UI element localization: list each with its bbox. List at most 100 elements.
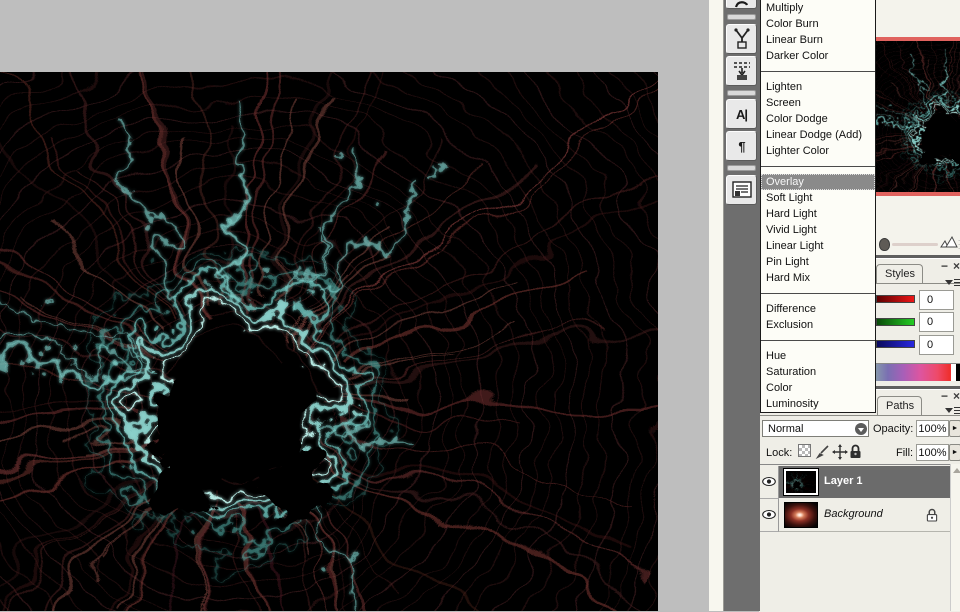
tab-styles[interactable]: Styles bbox=[876, 264, 923, 284]
toolbar-separator bbox=[727, 90, 756, 96]
menu-separator bbox=[761, 159, 875, 174]
navigator-zoom-slider-thumb[interactable] bbox=[879, 238, 890, 251]
type-tool-icon: A| bbox=[736, 107, 747, 122]
menu-item-darker-color[interactable]: Darker Color bbox=[761, 48, 875, 64]
menu-item-luminosity[interactable]: Luminosity bbox=[761, 396, 875, 412]
paragraph-icon: ¶ bbox=[738, 139, 744, 154]
blend-mode-select[interactable]: Normal bbox=[762, 420, 869, 437]
flyout-menu-icon bbox=[954, 407, 960, 414]
green-value-field[interactable]: 0 bbox=[919, 312, 954, 332]
layer-row-layer-1[interactable]: Layer 1 bbox=[759, 466, 960, 498]
visibility-toggle[interactable] bbox=[759, 499, 779, 532]
fill-spinner-button[interactable]: ► bbox=[949, 444, 960, 461]
menu-item-overlay[interactable]: Overlay bbox=[761, 174, 875, 190]
blue-value-field[interactable]: 0 bbox=[919, 335, 954, 355]
layer-thumbnail[interactable] bbox=[784, 469, 818, 495]
navigator-view-box[interactable] bbox=[872, 37, 960, 196]
menu-item-screen[interactable]: Screen bbox=[761, 95, 875, 111]
canvas-surround bbox=[0, 0, 709, 611]
panel-flyout-button[interactable] bbox=[945, 276, 960, 289]
document-canvas[interactable] bbox=[0, 72, 658, 611]
navigator-zoom-slider-track[interactable] bbox=[892, 243, 938, 246]
menu-item-color-dodge[interactable]: Color Dodge bbox=[761, 111, 875, 127]
layer-name: Layer 1 bbox=[824, 475, 863, 487]
visibility-toggle[interactable] bbox=[759, 466, 779, 499]
menu-item-color-burn[interactable]: Color Burn bbox=[761, 16, 875, 32]
tab-paths[interactable]: Paths bbox=[877, 396, 922, 416]
notes-icon bbox=[732, 181, 752, 199]
menu-item-hard-mix[interactable]: Hard Mix bbox=[761, 270, 875, 286]
blend-mode-value: Normal bbox=[768, 423, 803, 435]
close-icon[interactable]: × bbox=[953, 391, 960, 401]
pen-curve-icon bbox=[733, 0, 751, 8]
opacity-spinner-button[interactable]: ► bbox=[949, 420, 960, 437]
minimize-icon[interactable]: − bbox=[941, 261, 948, 271]
menu-item-linear-burn[interactable]: Linear Burn bbox=[761, 32, 875, 48]
fork-stamp-icon bbox=[732, 28, 752, 50]
menu-item-vivid-light[interactable]: Vivid Light bbox=[761, 222, 875, 238]
menu-item-linear-dodge-add[interactable]: Linear Dodge (Add) bbox=[761, 127, 875, 143]
menu-item-saturation[interactable]: Saturation bbox=[761, 364, 875, 380]
layer-row-background[interactable]: Background bbox=[759, 499, 960, 531]
layers-scrollbar[interactable] bbox=[950, 464, 960, 611]
flyout-menu-icon bbox=[954, 279, 960, 286]
eye-icon bbox=[762, 509, 776, 520]
menu-separator bbox=[761, 333, 875, 348]
layer-thumbnail[interactable] bbox=[784, 502, 818, 528]
lock-label: Lock: bbox=[766, 447, 792, 459]
navigator-thumbnail bbox=[876, 41, 960, 192]
tab-styles-label: Styles bbox=[885, 268, 915, 280]
close-icon[interactable]: × bbox=[953, 261, 960, 271]
import-lines-icon bbox=[732, 60, 752, 82]
pen-curve-tool-button[interactable] bbox=[726, 0, 757, 9]
menu-item-lighter-color[interactable]: Lighter Color bbox=[761, 143, 875, 159]
toolbar-separator bbox=[727, 165, 756, 171]
menu-item-lighten[interactable]: Lighten bbox=[761, 79, 875, 95]
opacity-field[interactable]: 100% bbox=[916, 420, 949, 437]
menu-separator bbox=[761, 286, 875, 301]
menu-item-exclusion[interactable]: Exclusion bbox=[761, 317, 875, 333]
menu-item-hard-light[interactable]: Hard Light bbox=[761, 206, 875, 222]
flyout-arrow-icon bbox=[945, 408, 953, 413]
menu-item-hue[interactable]: Hue bbox=[761, 348, 875, 364]
flyout-arrow-icon bbox=[945, 280, 953, 285]
fork-stamp-tool-button[interactable] bbox=[726, 24, 757, 54]
zoom-mountains-icon[interactable] bbox=[940, 235, 958, 248]
red-value-field[interactable]: 0 bbox=[919, 290, 954, 310]
lock-position-move-icon[interactable] bbox=[832, 444, 848, 460]
lock-transparency-icon[interactable] bbox=[798, 444, 811, 457]
menu-item-color[interactable]: Color bbox=[761, 380, 875, 396]
menu-item-multiply[interactable]: Multiply bbox=[761, 0, 875, 16]
minimize-icon[interactable]: − bbox=[941, 391, 948, 401]
menu-item-pin-light[interactable]: Pin Light bbox=[761, 254, 875, 270]
notes-tool-button[interactable] bbox=[726, 175, 757, 205]
layer-name: Background bbox=[824, 508, 883, 520]
background-starburst-image bbox=[785, 503, 817, 527]
green-channel-slider[interactable] bbox=[876, 318, 915, 326]
import-lines-tool-button[interactable] bbox=[726, 56, 757, 86]
blue-channel-slider[interactable] bbox=[876, 340, 915, 348]
menu-separator bbox=[761, 64, 875, 79]
photoshop-workspace: { "colors": { "view_border_red": "#e0625… bbox=[0, 0, 960, 611]
menu-item-difference[interactable]: Difference bbox=[761, 301, 875, 317]
color-spectrum-ramp[interactable] bbox=[876, 363, 960, 381]
menu-item-soft-light[interactable]: Soft Light bbox=[761, 190, 875, 206]
toolbar-separator bbox=[727, 14, 756, 20]
lock-all-padlock-icon[interactable] bbox=[849, 444, 862, 459]
layer-row-body[interactable]: Background bbox=[779, 499, 950, 532]
chevron-down-icon[interactable] bbox=[855, 423, 867, 435]
opacity-label: Opacity: bbox=[873, 423, 913, 435]
menu-item-linear-light[interactable]: Linear Light bbox=[761, 238, 875, 254]
window-edge-strip bbox=[709, 0, 724, 611]
panel-flyout-button[interactable] bbox=[945, 404, 960, 417]
layers-list: Layer 1 Background bbox=[759, 464, 960, 612]
layer-row-body[interactable]: Layer 1 bbox=[779, 466, 950, 498]
lock-paint-brush-icon[interactable] bbox=[815, 444, 831, 459]
fill-label: Fill: bbox=[896, 447, 913, 459]
type-tool-button[interactable]: A| bbox=[726, 99, 757, 129]
paragraph-tool-button[interactable]: ¶ bbox=[726, 131, 757, 161]
red-channel-slider[interactable] bbox=[876, 295, 915, 303]
layer-thumbnail-image bbox=[786, 471, 816, 493]
fill-field[interactable]: 100% bbox=[916, 444, 949, 461]
fractal-artwork bbox=[0, 72, 658, 611]
